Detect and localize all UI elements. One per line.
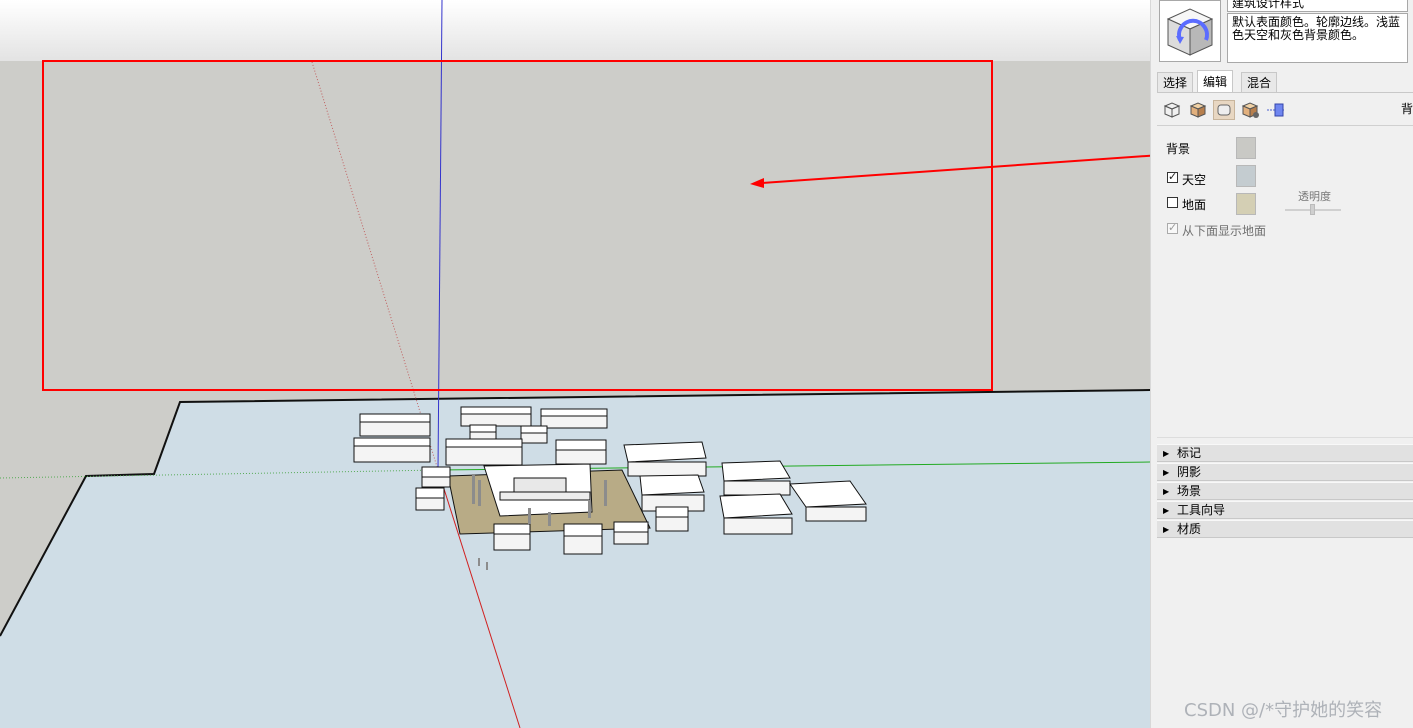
building: [540, 408, 608, 417]
style-name-field[interactable]: 建筑设计样式: [1227, 0, 1408, 12]
building: [359, 413, 431, 423]
expand-arrow-icon: ▶: [1163, 506, 1170, 515]
building: [469, 424, 497, 433]
expand-arrow-icon: ▶: [1163, 449, 1170, 458]
building: [520, 425, 548, 434]
expand-arrow-icon: ▶: [1163, 525, 1170, 534]
sky-label: 天空: [1182, 173, 1207, 187]
building: [555, 439, 607, 451]
building: [623, 441, 707, 463]
truncated-toolbar-label: 背: [1400, 102, 1413, 116]
tab-edit[interactable]: 编辑: [1197, 70, 1234, 93]
sky-color-swatch[interactable]: [1236, 165, 1256, 187]
tab-select[interactable]: 选择: [1157, 72, 1194, 93]
right-tray: 建筑设计样式 默认表面颜色。轮廓边线。浅蓝色天空和灰色背景颜色。 选择 编辑 混…: [1150, 0, 1413, 728]
building: [415, 487, 445, 499]
building: [613, 521, 649, 533]
expand-arrow-icon: ▶: [1163, 487, 1170, 496]
background-label: 背景: [1166, 142, 1191, 156]
sky-checkbox[interactable]: [1167, 170, 1178, 183]
building: [445, 438, 523, 448]
panel-tags[interactable]: ▶ 标记: [1157, 444, 1413, 462]
ground-label: 地面: [1182, 198, 1207, 212]
ground-checkbox[interactable]: [1167, 197, 1178, 208]
3d-viewport[interactable]: [0, 0, 1150, 728]
face-settings-icon[interactable]: [1187, 100, 1209, 120]
building: [460, 406, 532, 415]
watermark-settings-icon[interactable]: [1239, 100, 1261, 120]
background-settings-icon[interactable]: [1213, 100, 1235, 120]
building: [563, 523, 603, 537]
building: [721, 460, 791, 482]
style-thumbnail[interactable]: [1159, 0, 1221, 62]
building: [719, 493, 793, 519]
edge-settings-icon[interactable]: [1161, 100, 1183, 120]
building: [639, 474, 705, 496]
show-ground-from-below-label: 从下面显示地面: [1182, 224, 1267, 238]
expand-arrow-icon: ▶: [1163, 468, 1170, 477]
background-color-swatch[interactable]: [1236, 137, 1256, 159]
scene-canvas[interactable]: [0, 0, 1150, 728]
panel-scenes[interactable]: ▶ 场景: [1157, 482, 1413, 500]
tab-divider: [1157, 92, 1413, 93]
style-description-field[interactable]: 默认表面颜色。轮廓边线。浅蓝色天空和灰色背景颜色。: [1227, 13, 1408, 63]
watermark-text: CSDN @/*守护她的笑容: [1184, 700, 1383, 721]
sky-area: [0, 0, 1150, 61]
tab-mix[interactable]: 混合: [1241, 72, 1278, 93]
opacity-slider-thumb[interactable]: [1310, 204, 1315, 215]
opacity-label: 透明度: [1298, 190, 1331, 203]
panel-materials[interactable]: ▶ 材质: [1157, 520, 1413, 538]
building: [493, 523, 531, 535]
modeling-settings-icon[interactable]: [1265, 100, 1287, 120]
building: [421, 466, 451, 478]
panel-instructor[interactable]: ▶ 工具向导: [1157, 501, 1413, 519]
panel-shadows[interactable]: ▶ 阴影: [1157, 463, 1413, 481]
show-ground-from-below-checkbox[interactable]: [1167, 221, 1178, 234]
ground-color-swatch[interactable]: [1236, 193, 1256, 215]
building: [353, 437, 431, 447]
building: [655, 506, 689, 518]
